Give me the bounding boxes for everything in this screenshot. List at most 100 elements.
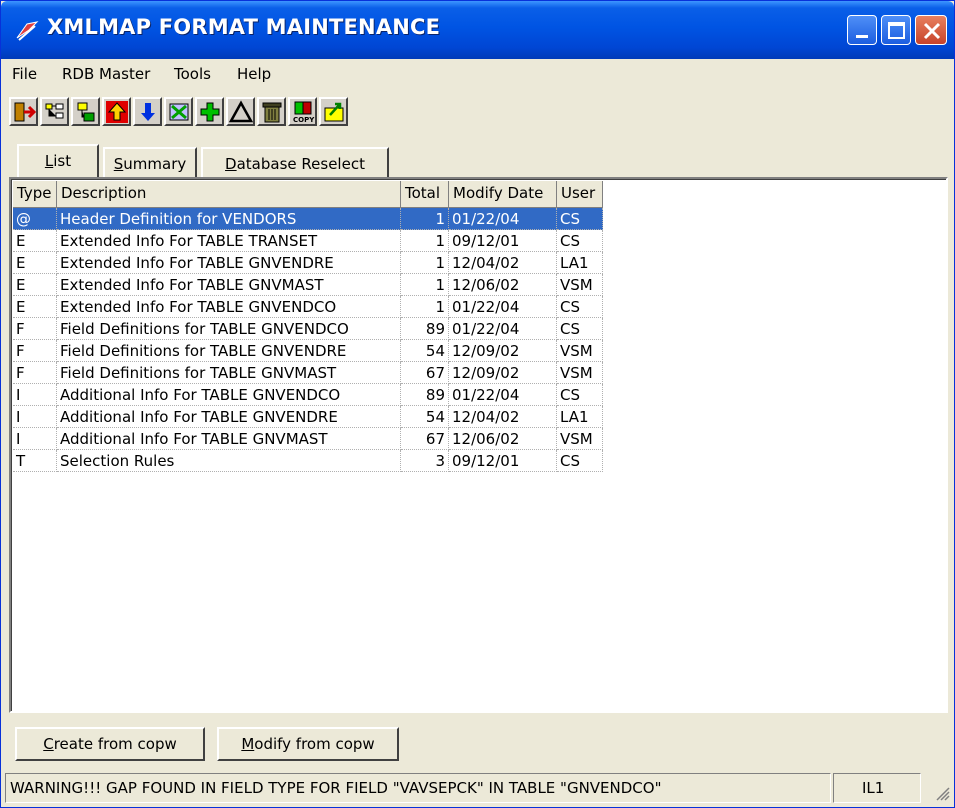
cell-description: Header Definition for VENDORS	[57, 208, 401, 230]
resize-grip-icon[interactable]	[932, 783, 950, 801]
move-up-button[interactable]	[102, 97, 131, 126]
edit-icon	[169, 103, 189, 121]
table-row[interactable]: @ Header Definition for VENDORS 1 01/22/04 C…	[13, 208, 603, 230]
table-row[interactable]: T Selection Rules 3 09/12/01 CS	[13, 450, 603, 472]
cell-modify-date: 12/04/02	[449, 406, 557, 428]
cell-modify-date: 12/06/02	[449, 428, 557, 450]
close-icon	[923, 22, 941, 40]
window-title: XMLMAP FORMAT MAINTENANCE	[47, 15, 441, 39]
cell-total: 1	[401, 296, 449, 318]
cell-total: 54	[401, 340, 449, 362]
menu-help[interactable]: Help	[237, 65, 271, 83]
status-message: WARNING!!! GAP FOUND IN FIELD TYPE FOR F…	[10, 779, 662, 797]
table-row[interactable]: I Additional Info For TABLE GNVENDRE 54 12/…	[13, 406, 603, 428]
cell-modify-date: 12/09/02	[449, 362, 557, 384]
menu-file[interactable]: File	[12, 65, 37, 83]
hierarchy-icon	[77, 102, 95, 122]
tree-button[interactable]	[40, 97, 69, 126]
cell-description: Additional Info For TABLE GNVENDRE	[57, 406, 401, 428]
minimize-button[interactable]	[847, 15, 877, 45]
delta-button[interactable]	[226, 97, 255, 126]
table-row[interactable]: F Field Definitions for TABLE GNVENDRE 54 1…	[13, 340, 603, 362]
cell-user: CS	[557, 230, 603, 252]
cell-user: CS	[557, 384, 603, 406]
column-header-modify-date[interactable]: Modify Date	[449, 181, 557, 208]
add-button[interactable]	[195, 97, 224, 126]
cell-total: 1	[401, 252, 449, 274]
cell-total: 1	[401, 230, 449, 252]
table-row[interactable]: E Extended Info For TABLE GNVENDCO 1 01/22/…	[13, 296, 603, 318]
cell-modify-date: 01/22/04	[449, 296, 557, 318]
trash-icon	[262, 102, 282, 123]
table-row[interactable]: E Extended Info For TABLE GNVENDRE 1 12/04/…	[13, 252, 603, 274]
tab-database-reselect[interactable]: Database Reselect	[201, 147, 389, 177]
cell-total: 89	[401, 318, 449, 340]
delete-button[interactable]	[257, 97, 286, 126]
close-button[interactable]	[915, 15, 947, 45]
table-row[interactable]: F Field Definitions for TABLE GNVMAST 67 12…	[13, 362, 603, 384]
cell-user: CS	[557, 450, 603, 472]
list-panel: Type Description Total Modify Date User @ Head…	[9, 177, 948, 713]
cell-description: Additional Info For TABLE GNVENDCO	[57, 384, 401, 406]
create-from-copw-button[interactable]: Create from copw	[15, 727, 205, 761]
exit-button[interactable]	[9, 97, 38, 126]
move-down-button[interactable]	[133, 97, 162, 126]
cell-modify-date: 09/12/01	[449, 230, 557, 252]
cell-total: 1	[401, 208, 449, 230]
cell-user: VSM	[557, 428, 603, 450]
export-button[interactable]	[319, 97, 348, 126]
table-row[interactable]: E Extended Info For TABLE TRANSET 1 09/12/0…	[13, 230, 603, 252]
create-label: reate from copw	[53, 735, 177, 753]
column-header-total[interactable]: Total	[401, 181, 449, 208]
cell-user: VSM	[557, 362, 603, 384]
cell-user: LA1	[557, 252, 603, 274]
arrow-down-icon	[141, 103, 155, 121]
modify-from-copw-button[interactable]: Modify from copw	[217, 727, 399, 761]
title-bar[interactable]: XMLMAP FORMAT MAINTENANCE	[1, 1, 954, 59]
cell-type: T	[13, 450, 57, 472]
cell-modify-date: 12/04/02	[449, 252, 557, 274]
maximize-button[interactable]	[881, 15, 911, 45]
table-row[interactable]: I Additional Info For TABLE GNVENDCO 89 01/…	[13, 384, 603, 406]
exit-icon	[14, 102, 36, 122]
cell-user: CS	[557, 318, 603, 340]
column-header-description[interactable]: Description	[57, 181, 401, 208]
edit-button[interactable]	[164, 97, 193, 126]
cell-type: E	[13, 230, 57, 252]
modify-hotkey: M	[241, 735, 255, 753]
cell-user: LA1	[557, 406, 603, 428]
cell-modify-date: 01/22/04	[449, 384, 557, 406]
table-row[interactable]: F Field Definitions for TABLE GNVENDCO 89 0…	[13, 318, 603, 340]
cell-modify-date: 01/22/04	[449, 208, 557, 230]
cell-description: Extended Info For TABLE GNVMAST	[57, 274, 401, 296]
cell-description: Field Definitions for TABLE GNVENDRE	[57, 340, 401, 362]
menu-rdb-master[interactable]: RDB Master	[62, 65, 150, 83]
table-row[interactable]: I Additional Info For TABLE GNVMAST 67 12/0…	[13, 428, 603, 450]
maximize-icon	[888, 22, 905, 39]
app-icon	[16, 21, 39, 41]
cell-description: Selection Rules	[57, 450, 401, 472]
cell-description: Extended Info For TABLE GNVENDRE	[57, 252, 401, 274]
cell-modify-date: 01/22/04	[449, 318, 557, 340]
tab-list[interactable]: List	[17, 144, 99, 178]
tab-database-reselect-hotkey: D	[225, 155, 237, 173]
column-header-type[interactable]: Type	[13, 181, 57, 208]
cell-type: @	[13, 208, 57, 230]
cell-type: E	[13, 252, 57, 274]
cell-modify-date: 12/09/02	[449, 340, 557, 362]
column-header-user[interactable]: User	[557, 181, 603, 208]
svg-text:COPY: COPY	[293, 116, 315, 124]
tab-list-label: ist	[53, 152, 72, 170]
cell-type: I	[13, 406, 57, 428]
tab-list-hotkey: L	[44, 152, 54, 170]
cell-type: F	[13, 340, 57, 362]
tab-summary[interactable]: Summary	[103, 147, 197, 177]
table-row[interactable]: E Extended Info For TABLE GNVMAST 1 12/06/0…	[13, 274, 603, 296]
copy-button[interactable]: COPY	[288, 97, 317, 126]
cell-description: Field Definitions for TABLE GNVENDCO	[57, 318, 401, 340]
tab-database-reselect-label: atabase Reselect	[236, 155, 365, 173]
cell-total: 89	[401, 384, 449, 406]
cell-user: CS	[557, 296, 603, 318]
hierarchy-button[interactable]	[71, 97, 100, 126]
menu-tools[interactable]: Tools	[174, 65, 211, 83]
